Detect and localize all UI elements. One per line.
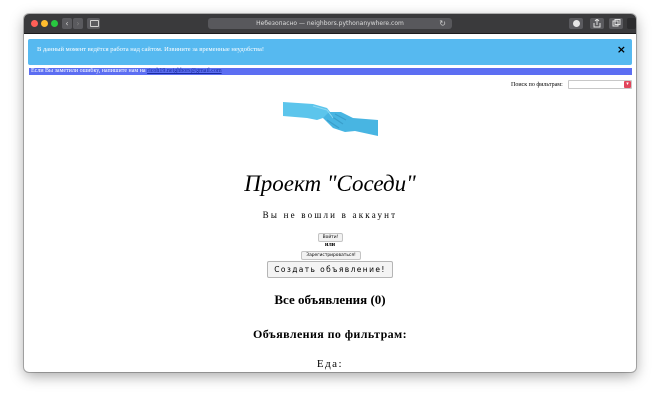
share-button[interactable] bbox=[590, 18, 604, 29]
report-text: Если Вы заметили ошибку, напишите нам на bbox=[31, 68, 148, 74]
download-icon bbox=[572, 20, 580, 27]
chevron-down-icon: ▾ bbox=[624, 81, 631, 88]
filter-select[interactable]: ▾ bbox=[568, 80, 632, 89]
or-separator: или bbox=[324, 242, 336, 248]
create-ad-button[interactable]: Создать объявление! bbox=[267, 261, 393, 278]
address-url: Небезопасно — neighbors.pythonanywhere.c… bbox=[256, 20, 404, 27]
filter-label: Поиск по фильтрам: bbox=[511, 82, 563, 88]
new-tab-button[interactable] bbox=[627, 18, 636, 29]
error-report-bar: Если Вы заметили ошибку, напишите нам на… bbox=[29, 68, 632, 75]
zoom-window-button[interactable] bbox=[51, 20, 58, 27]
sidebar-icon bbox=[90, 20, 99, 27]
alert-message: В данный момент ведётся работа над сайто… bbox=[37, 46, 265, 53]
tabs-icon bbox=[612, 19, 620, 27]
register-button[interactable]: Зарегистрироваться! bbox=[301, 251, 361, 260]
maintenance-alert: В данный момент ведётся работа над сайто… bbox=[28, 39, 632, 65]
email-link[interactable]: ricoh19.neighbors@gmail.com bbox=[147, 68, 222, 74]
handshake-gloves-image bbox=[283, 102, 378, 136]
tabs-overview-button[interactable] bbox=[609, 18, 623, 29]
minimize-window-button[interactable] bbox=[41, 20, 48, 27]
downloads-button[interactable] bbox=[569, 18, 583, 29]
browser-toolbar: ‹ › Небезопасно — neighbors.pythonanywhe… bbox=[24, 14, 636, 34]
chevron-left-icon: ‹ bbox=[65, 19, 69, 28]
all-ads-heading: Все объявления (0) bbox=[274, 292, 386, 307]
category-food-heading: Еда: bbox=[316, 358, 344, 370]
login-status: Вы не вошли в аккаунт bbox=[262, 210, 398, 220]
forward-button[interactable]: › bbox=[73, 18, 83, 29]
browser-window: ‹ › Небезопасно — neighbors.pythonanywhe… bbox=[24, 14, 636, 372]
chevron-right-icon: › bbox=[76, 19, 80, 28]
filtered-ads-heading: Объявления по фильтрам: bbox=[252, 327, 408, 341]
back-button[interactable]: ‹ bbox=[62, 18, 72, 29]
close-icon[interactable]: × bbox=[617, 43, 626, 56]
reload-icon[interactable]: ↻ bbox=[439, 18, 446, 29]
sidebar-toggle-button[interactable] bbox=[87, 18, 100, 29]
page-title: Проект "Соседи" bbox=[244, 171, 416, 196]
share-icon bbox=[593, 18, 601, 28]
close-window-button[interactable] bbox=[31, 20, 38, 27]
address-bar[interactable]: Небезопасно — neighbors.pythonanywhere.c… bbox=[208, 18, 452, 29]
login-button[interactable]: Войти! bbox=[318, 233, 343, 242]
